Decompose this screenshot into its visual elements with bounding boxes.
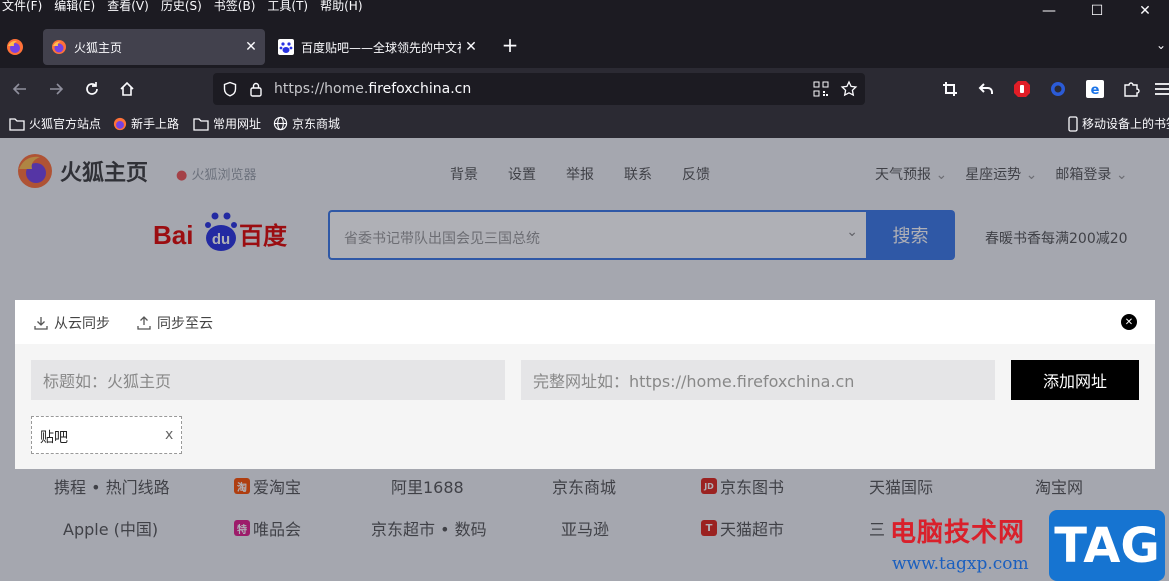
tab-firefox-home[interactable]: 火狐主页 ✕: [43, 29, 265, 65]
forward-button[interactable]: [45, 78, 67, 100]
url-input[interactable]: 完整网址如：https://home.firefoxchina.cn: [521, 360, 995, 400]
firefox-icon: [52, 40, 66, 54]
add-url-button[interactable]: 添加网址: [1011, 360, 1139, 400]
star-bookmark-icon[interactable]: [840, 80, 858, 98]
tab-title: 火狐主页: [74, 40, 123, 55]
tab-close-icon[interactable]: ✕: [461, 39, 481, 55]
bookmark-label: 常用网址: [213, 117, 262, 131]
qr-code-icon[interactable]: [813, 81, 829, 97]
home-button[interactable]: [116, 78, 138, 100]
crop-icon[interactable]: [942, 81, 958, 97]
extensions-puzzle-icon[interactable]: [1122, 80, 1140, 98]
title-input[interactable]: 标题如：火狐主页: [31, 360, 505, 400]
reload-icon: [86, 82, 98, 95]
site-chip[interactable]: 贴吧 x: [31, 416, 182, 454]
close-window-button[interactable]: ✕: [1121, 0, 1169, 22]
list-all-tabs-icon[interactable]: ⌄: [1156, 38, 1166, 52]
menu-items: 文件(F) 编辑(E) 查看(V) 历史(S) 书签(B) 工具(T) 帮助(H…: [2, 0, 363, 14]
menu-history[interactable]: 历史(S): [161, 0, 202, 14]
tab-close-icon[interactable]: ✕: [241, 39, 261, 55]
upload-icon: [137, 316, 151, 330]
firefox-view-icon[interactable]: [6, 38, 24, 56]
menu-bookmarks[interactable]: 书签(B): [214, 0, 256, 14]
menu-file[interactable]: 文件(F): [2, 0, 42, 14]
watermark-url: www.tagxp.com: [892, 554, 1029, 574]
watermark: 电脑技术网 www.tagxp.com TAG: [886, 510, 1169, 581]
chip-remove-icon[interactable]: x: [165, 427, 173, 443]
watermark-title: 电脑技术网: [890, 518, 1026, 548]
bookmark-label: 京东商城: [292, 117, 341, 131]
bookmark-label: 移动设备上的书签: [1082, 117, 1169, 131]
chip-label: 贴吧: [40, 430, 68, 446]
mobile-device-icon: [1068, 115, 1078, 132]
baidu-paw-icon: [278, 39, 294, 55]
ie-tab-icon[interactable]: e: [1086, 80, 1104, 98]
firefox-icon: [113, 117, 127, 130]
tab-strip: 火狐主页 ✕ 百度贴吧——全球领先的中文社 ✕ + ⌄: [0, 24, 1169, 68]
tab-title: 百度贴吧——全球领先的中文社: [301, 40, 461, 55]
menu-edit[interactable]: 编辑(E): [54, 0, 95, 14]
reload-button[interactable]: [81, 78, 103, 100]
adblock-icon[interactable]: [1013, 80, 1031, 98]
folder-icon: [9, 117, 25, 131]
url-text[interactable]: https://home.firefoxchina.cn: [274, 81, 471, 97]
maximize-button[interactable]: ☐: [1073, 0, 1121, 22]
svg-text:e: e: [1091, 83, 1100, 98]
menu-bar: 文件(F) 编辑(E) 查看(V) 历史(S) 书签(B) 工具(T) 帮助(H…: [0, 0, 1169, 24]
bookmark-jd[interactable]: 京东商城: [273, 115, 340, 132]
watermark-badge: TAG: [1049, 510, 1165, 581]
globe-icon: [273, 116, 288, 131]
lock-icon[interactable]: [249, 81, 263, 97]
address-bar[interactable]: https://home.firefoxchina.cn: [213, 73, 865, 105]
window-controls: — ☐ ✕: [1025, 0, 1169, 22]
shield-icon[interactable]: [222, 81, 238, 97]
minimize-button[interactable]: —: [1025, 0, 1073, 22]
close-icon[interactable]: ✕: [1121, 314, 1137, 330]
menu-help[interactable]: 帮助(H): [320, 0, 362, 14]
menu-view[interactable]: 查看(V): [107, 0, 149, 14]
app-menu-icon[interactable]: [1154, 80, 1169, 98]
undo-icon[interactable]: [978, 81, 994, 97]
bookmark-label: 火狐官方站点: [29, 117, 102, 131]
back-arrow-icon: [12, 83, 26, 95]
sync-from-cloud-button[interactable]: 从云同步: [33, 313, 110, 333]
forward-arrow-icon: [50, 83, 64, 95]
dialog-header: 从云同步 同步至云 ✕: [15, 300, 1155, 344]
home-icon: [120, 81, 134, 96]
extension-blue-icon[interactable]: [1049, 80, 1067, 98]
new-tab-button[interactable]: +: [500, 35, 520, 56]
bookmark-folder-official[interactable]: 火狐官方站点: [9, 115, 101, 132]
download-icon: [34, 317, 48, 330]
back-button[interactable]: [9, 78, 31, 100]
menu-tools[interactable]: 工具(T): [267, 0, 308, 14]
bookmark-mobile[interactable]: 移动设备上的书签: [1068, 115, 1169, 132]
sync-to-cloud-button[interactable]: 同步至云: [136, 313, 213, 333]
folder-icon: [193, 117, 209, 131]
bookmarks-toolbar: 火狐官方站点 新手上路 常用网址 京东商城 移动设备上的书签: [0, 110, 1169, 138]
add-site-dialog: 从云同步 同步至云 ✕ 标题如：火狐主页 完整网址如：https://home.…: [15, 300, 1155, 469]
bookmark-folder-common[interactable]: 常用网址: [193, 115, 261, 132]
bookmark-label: 新手上路: [131, 117, 180, 131]
bookmark-getting-started[interactable]: 新手上路: [113, 115, 179, 132]
tab-baidu-tieba[interactable]: 百度贴吧——全球领先的中文社 ✕: [270, 29, 485, 65]
navigation-toolbar: https://home.firefoxchina.cn e: [0, 68, 1169, 110]
